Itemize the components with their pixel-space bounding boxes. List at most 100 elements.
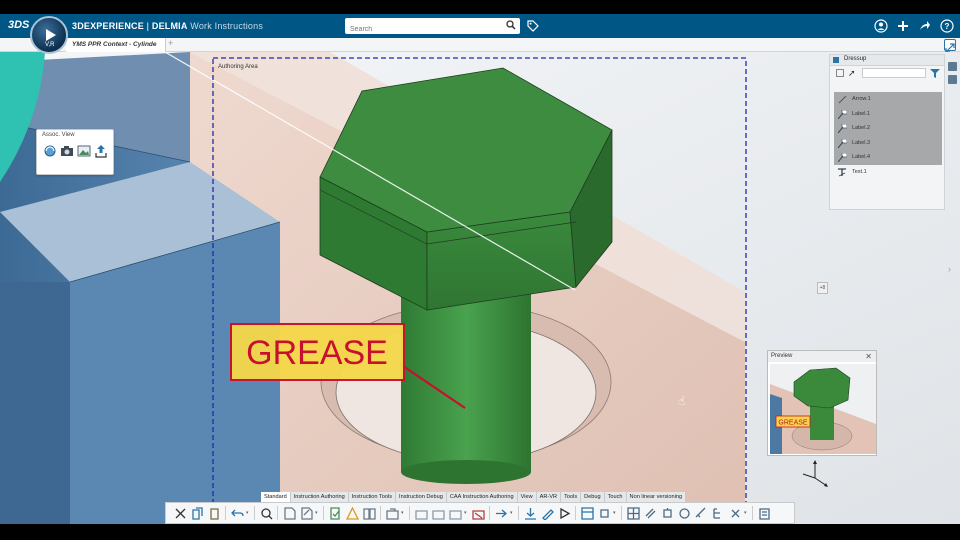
- dressup-item-label: Label.3: [852, 139, 871, 146]
- doc-edit-icon[interactable]: [298, 505, 314, 521]
- dressup-item[interactable]: Arrow.1: [834, 92, 942, 107]
- dressup-item-label: Text.1: [852, 168, 867, 175]
- tool-tab[interactable]: Touch: [605, 492, 627, 502]
- dressup-list: Arrow.1 Label.1 Label.2 Label.3 Label.4 Text.…: [834, 92, 942, 179]
- check-doc-icon[interactable]: [327, 505, 343, 521]
- tool-tab[interactable]: CAA Instruction Authoring: [447, 492, 518, 502]
- dressup-item-label: Label.2: [852, 125, 871, 132]
- side-tool-icon[interactable]: [948, 75, 957, 84]
- thumb-grease-text: GREASE: [778, 420, 808, 427]
- tab-bar: YMS PPR Context - Cylinde +: [0, 38, 960, 53]
- chevron-down-icon[interactable]: ▾: [315, 510, 320, 516]
- user-icon[interactable]: [874, 19, 888, 33]
- chevron-down-icon[interactable]: ▾: [510, 510, 515, 516]
- rotate-view-icon[interactable]: [42, 143, 57, 159]
- compass-button[interactable]: V,R: [30, 16, 68, 54]
- add-tab-button[interactable]: +: [168, 38, 173, 48]
- copy-icon[interactable]: [189, 505, 205, 521]
- camera-add-icon[interactable]: [413, 505, 429, 521]
- tool-tab[interactable]: Debug: [581, 492, 605, 502]
- doc-icon[interactable]: [281, 505, 297, 521]
- camera-icon[interactable]: [59, 143, 74, 159]
- dressup-item[interactable]: Label.3: [834, 135, 942, 150]
- compare-icon[interactable]: [361, 505, 377, 521]
- pen-icon[interactable]: [539, 505, 555, 521]
- new-item-icon[interactable]: [836, 69, 844, 77]
- chevron-down-icon[interactable]: ▾: [401, 510, 406, 516]
- link-icon[interactable]: [642, 505, 658, 521]
- label-icon: [838, 153, 847, 162]
- paste-icon[interactable]: [206, 505, 222, 521]
- tool-tab[interactable]: Non linear versioning: [627, 492, 687, 502]
- search-icon[interactable]: [506, 20, 516, 30]
- chevron-right-icon[interactable]: ›: [948, 264, 951, 274]
- layout-icon[interactable]: [579, 505, 595, 521]
- zoom-icon[interactable]: [258, 505, 274, 521]
- grease-label-text[interactable]: GREASE: [246, 334, 388, 372]
- component-icon[interactable]: [596, 505, 612, 521]
- blue-step-side: [0, 282, 70, 524]
- warning-icon[interactable]: [344, 505, 360, 521]
- play-icon[interactable]: [556, 505, 572, 521]
- robot-icon[interactable]: [659, 505, 675, 521]
- close-icon[interactable]: ✕: [865, 352, 872, 361]
- camera-set-icon[interactable]: [447, 505, 463, 521]
- network-icon[interactable]: [727, 505, 743, 521]
- filter-icon[interactable]: [930, 69, 940, 78]
- dressup-item[interactable]: Label.4: [834, 150, 942, 165]
- axis-triad-icon[interactable]: [800, 460, 830, 490]
- tool-tab[interactable]: Instruction Tools: [349, 492, 397, 502]
- dressup-filter-input[interactable]: [862, 68, 926, 78]
- toolbar-separator: [409, 506, 410, 520]
- arrow-right-icon[interactable]: [493, 505, 509, 521]
- undo-icon[interactable]: [229, 505, 245, 521]
- fullscreen-icon[interactable]: [944, 39, 956, 53]
- action-bar: ▾ ▾ ▾ ▾ ▾ ▾ ▾: [165, 502, 795, 524]
- side-tool-icon[interactable]: [948, 62, 957, 71]
- measure-icon[interactable]: [693, 505, 709, 521]
- tool-tab[interactable]: Tools: [561, 492, 582, 502]
- toolbar-separator: [323, 506, 324, 520]
- pointer-icon[interactable]: ➚: [848, 68, 856, 79]
- mini-toggle-button[interactable]: +8: [817, 282, 828, 294]
- export-icon[interactable]: [93, 143, 108, 159]
- 3ds-logo: 3DS: [8, 19, 30, 31]
- search-input[interactable]: [345, 21, 495, 38]
- chevron-down-icon[interactable]: ▾: [246, 510, 251, 516]
- dressup-item[interactable]: Text.1: [834, 165, 942, 180]
- gear-icon[interactable]: [676, 505, 692, 521]
- 3d-viewport[interactable]: GREASE Authoring Area Assoc. View Dressu…: [0, 52, 960, 524]
- tool-tab[interactable]: View: [518, 492, 537, 502]
- tool-tab[interactable]: Instruction Debug: [396, 492, 447, 502]
- authoring-area-label: Authoring Area: [218, 64, 258, 70]
- chevron-down-icon[interactable]: ▾: [613, 510, 618, 516]
- tool-tab[interactable]: Instruction Authoring: [291, 492, 349, 502]
- chevron-down-icon[interactable]: ▾: [744, 510, 749, 516]
- tab-ppr-context[interactable]: YMS PPR Context - Cylinde: [66, 38, 166, 52]
- share-icon[interactable]: [918, 19, 932, 33]
- camera-edit-icon[interactable]: [430, 505, 446, 521]
- dressup-item[interactable]: Label.1: [834, 106, 942, 121]
- tree-icon[interactable]: [710, 505, 726, 521]
- toolbar-separator: [380, 506, 381, 520]
- toolbar-separator: [489, 506, 490, 520]
- camera-icon[interactable]: [384, 505, 400, 521]
- brand-name: DELMIA: [151, 21, 188, 31]
- preview-header: Preview ✕: [768, 351, 876, 362]
- help-icon[interactable]: ?: [940, 19, 954, 33]
- image-icon[interactable]: [76, 143, 91, 159]
- grid-icon[interactable]: [625, 505, 641, 521]
- tool-tab[interactable]: Standard: [261, 492, 291, 502]
- book-icon[interactable]: [756, 505, 772, 521]
- import-icon[interactable]: [522, 505, 538, 521]
- dressup-item[interactable]: Label.2: [834, 121, 942, 136]
- cut-icon[interactable]: [172, 505, 188, 521]
- tag-icon[interactable]: [527, 20, 539, 32]
- camera-delete-icon[interactable]: [470, 505, 486, 521]
- top-right-actions: ?: [874, 19, 954, 33]
- chevron-down-icon[interactable]: ▾: [464, 510, 469, 516]
- add-icon[interactable]: [896, 19, 910, 33]
- toolbar-separator: [752, 506, 753, 520]
- tool-tab[interactable]: AR-VR: [537, 492, 562, 502]
- search-box[interactable]: [345, 18, 520, 38]
